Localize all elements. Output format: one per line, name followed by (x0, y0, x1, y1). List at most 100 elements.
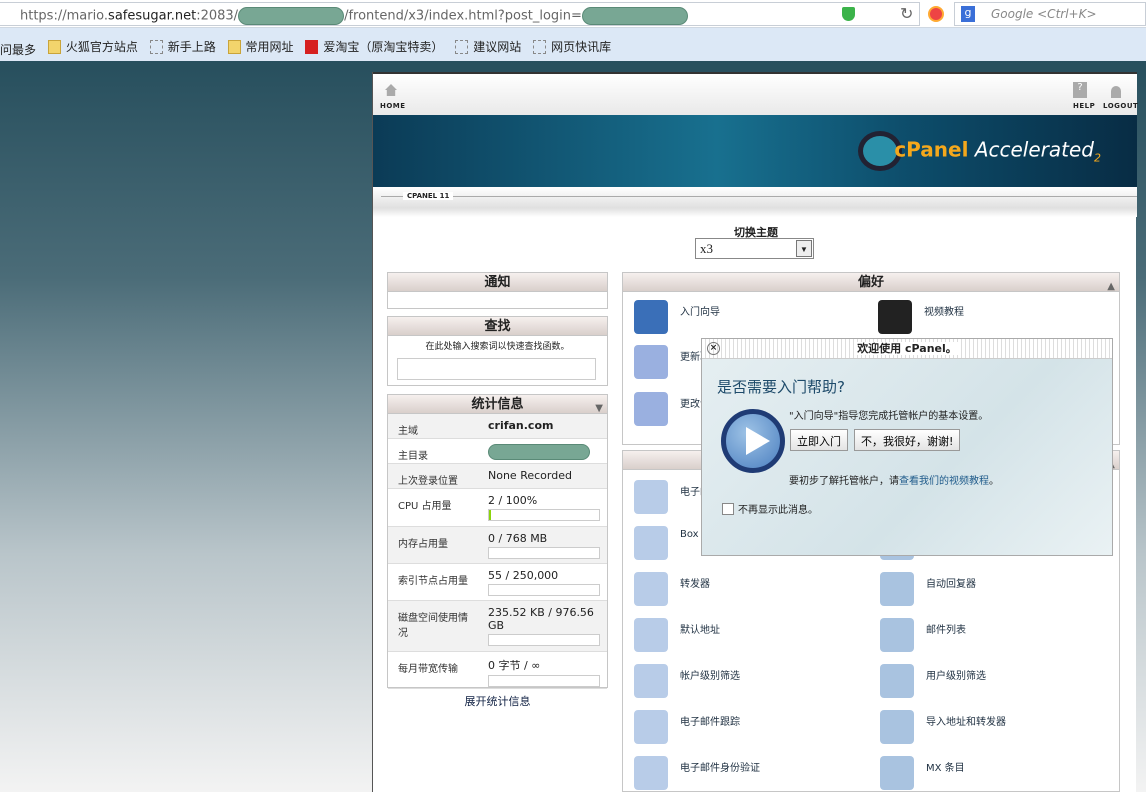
bookmark[interactable]: 访问最多 (0, 41, 36, 58)
bookmark[interactable]: 常用网址 (227, 38, 294, 55)
feature-item[interactable]: 默认地址 (634, 618, 874, 652)
feature-label: 用户级别筛选 (926, 671, 986, 682)
bookmark[interactable]: 新手上路 (149, 38, 216, 55)
feature-item[interactable]: 导入地址和转发器 (880, 710, 1120, 744)
collapse-icon[interactable]: ▼ (595, 399, 603, 418)
feature-item[interactable]: 入门向导 (634, 300, 874, 334)
stats-label: 内存占用量 (398, 539, 448, 550)
feature-item[interactable]: 转发器 (634, 572, 874, 606)
usage-bar (488, 547, 600, 559)
stats-row: 上次登录位置 None Recorded (388, 464, 607, 489)
feature-item[interactable]: 视频教程 (878, 300, 1118, 334)
usage-bar-fill (489, 510, 492, 520)
start-button[interactable]: 立即入门 (790, 429, 848, 451)
stats-value: 0 字节 / ∞ (476, 652, 607, 688)
feature-icon (634, 526, 668, 560)
video-tutorial-link[interactable]: 查看我们的视频教程 (899, 476, 989, 487)
stats-value: crifan.com (476, 414, 607, 438)
feature-item[interactable]: 电子邮件身份验证 (634, 756, 874, 790)
stats-value: 0 / 768 MB (476, 527, 607, 563)
collapse-icon[interactable]: ▲ (1107, 277, 1115, 296)
help-icon[interactable]: ? (1073, 82, 1087, 98)
feature-item[interactable]: 电子邮件跟踪 (634, 710, 874, 744)
feature-item[interactable]: 用户级别筛选 (880, 664, 1120, 698)
tagline-text: Accelerated (974, 137, 1094, 162)
feature-label: MX 条目 (926, 763, 965, 774)
stats-label: 上次登录位置 (398, 476, 458, 487)
stats-value: 55 / 250,000 (476, 564, 607, 600)
bookmark-label: 建议网站 (473, 40, 522, 54)
logout-icon[interactable] (1111, 86, 1121, 98)
url-domain: safesugar.net (108, 8, 197, 24)
bookmark[interactable]: 网页快讯库 (533, 38, 611, 55)
feature-icon (880, 572, 914, 606)
feature-item[interactable]: 邮件列表 (880, 618, 1120, 652)
video-hint: 要初步了解托管帐户，请查看我们的视频教程。 (789, 472, 999, 487)
feature-label: 帐户级别筛选 (680, 671, 740, 682)
feature-label: 转发器 (680, 579, 710, 590)
stats-label: 索引节点占用量 (398, 576, 468, 587)
version-label: CPANEL 11 (403, 192, 454, 200)
feature-label: 邮件列表 (926, 625, 966, 636)
usage-bar (488, 584, 600, 596)
version-bar: CPANEL 11 (373, 187, 1137, 217)
stats-value-text: 0 / 768 MB (488, 532, 548, 545)
help-link[interactable]: HELP (1073, 102, 1095, 110)
shield-icon[interactable] (842, 7, 855, 21)
feature-icon (880, 756, 914, 790)
theme-select[interactable]: x3 ▼ (695, 238, 814, 259)
home-icon[interactable] (385, 84, 397, 96)
page-icon (533, 39, 547, 54)
url-bar[interactable]: https://mario.safesugar.net:2083/ /fronte… (0, 2, 920, 26)
logout-link[interactable]: LOGOUT (1103, 102, 1138, 110)
close-icon[interactable]: × (707, 342, 720, 355)
bookmarks-bar: 访问最多 火狐官方站点 新手上路 常用网址 爱淘宝（原淘宝特卖） 建议网站 网页… (0, 28, 1146, 61)
stats-value-text: 2 / 100% (488, 494, 538, 507)
search-placeholder: Google <Ctrl+K> (991, 7, 1097, 21)
redacted-mask (488, 444, 590, 460)
taobao-icon (305, 39, 319, 54)
feature-item[interactable]: 帐户级别筛选 (634, 664, 874, 698)
dont-show-label: 不再显示此消息。 (738, 505, 818, 516)
find-input[interactable] (397, 358, 596, 380)
feature-icon (634, 756, 668, 790)
stats-value (476, 439, 607, 463)
dont-show-option[interactable]: 不再显示此消息。 (722, 501, 818, 516)
decline-button[interactable]: 不，我很好，谢谢! (854, 429, 961, 451)
feature-icon (880, 710, 914, 744)
find-title: 查找 (388, 317, 607, 336)
bookmark-label: 火狐官方站点 (65, 40, 138, 54)
feature-item[interactable]: MX 条目 (880, 756, 1120, 790)
stats-label: 主目录 (398, 451, 428, 462)
url-text: https://mario. (20, 8, 109, 24)
feature-icon (634, 572, 668, 606)
top-nav: HOME ? HELP LOGOUT (373, 72, 1138, 115)
bookmark[interactable]: 火狐官方站点 (47, 38, 138, 55)
stats-value: 2 / 100% (476, 489, 607, 526)
dialog-title: 欢迎使用 cPanel。 (854, 342, 960, 355)
stats-value-text: None Recorded (488, 469, 572, 482)
video-hint-suffix: 。 (989, 476, 999, 487)
bookmark[interactable]: 爱淘宝（原淘宝特卖） (305, 38, 443, 55)
feature-icon (634, 300, 668, 334)
reload-icon[interactable]: ↻ (900, 4, 913, 23)
chevron-down-icon: ▼ (796, 240, 812, 257)
bookmark-label: 爱淘宝（原淘宝特卖） (323, 40, 444, 54)
search-input[interactable]: Google <Ctrl+K> g (954, 2, 1146, 26)
stats-header[interactable]: 统计信息 ▼ (388, 395, 607, 414)
home-link[interactable]: HOME (380, 102, 406, 110)
stats-label: 磁盘空间使用情况 (398, 613, 468, 639)
feature-icon (880, 664, 914, 698)
expand-stats-link[interactable]: 展开统计信息 (387, 693, 608, 709)
bookmark-label: 网页快讯库 (551, 40, 612, 54)
feature-item[interactable]: 自动回复器 (880, 572, 1120, 606)
usage-bar (488, 634, 600, 646)
bookmark-label: 访问最多 (0, 42, 37, 57)
feature-icon (880, 618, 914, 652)
find-box: 查找 在此处输入搜索词以快速查找函数。 (387, 316, 608, 386)
dont-show-checkbox[interactable] (722, 502, 734, 515)
bookmark[interactable]: 建议网站 (455, 38, 521, 55)
feature-icon (878, 300, 912, 334)
preferences-header[interactable]: 偏好 ▲ (623, 273, 1119, 292)
adblock-icon[interactable] (928, 6, 944, 22)
